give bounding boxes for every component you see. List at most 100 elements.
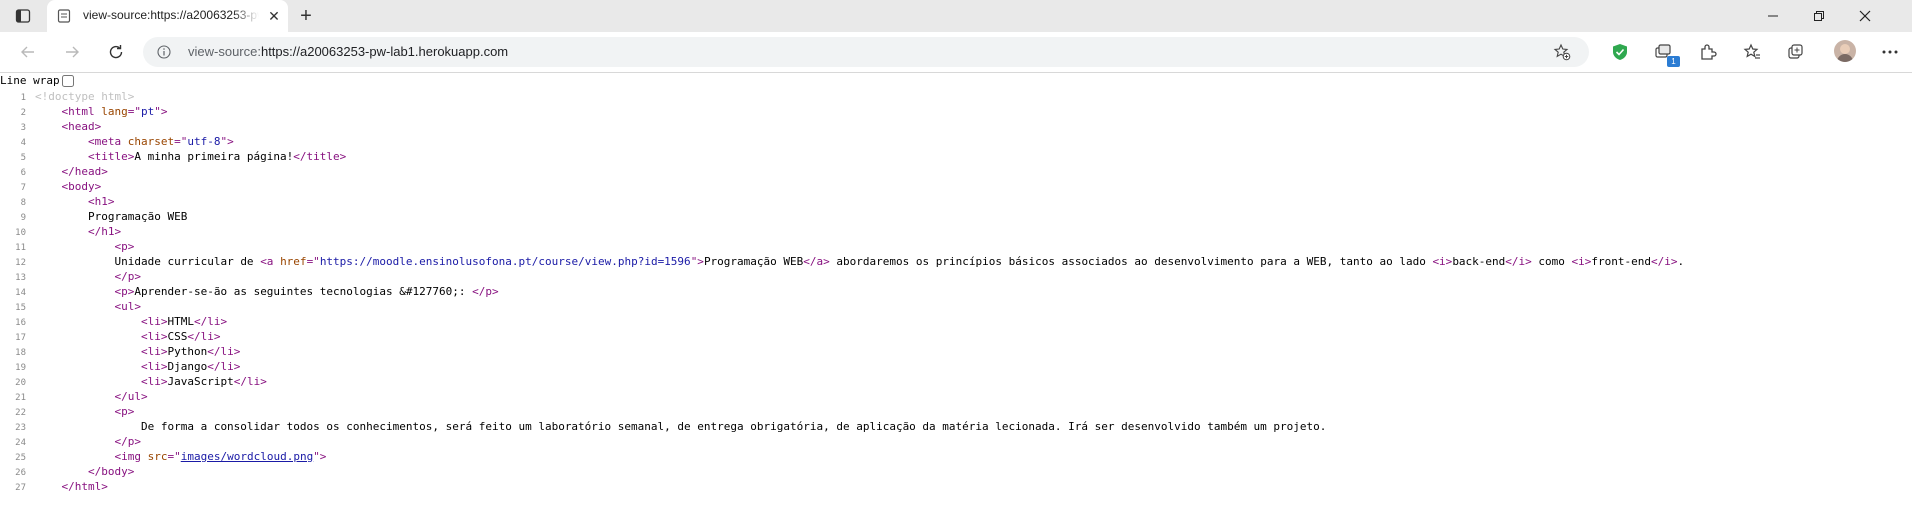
tag-token: </p> [472,285,499,298]
value-token: pt [141,105,155,118]
line-code: <p>Aprender-se-ão as seguintes tecnologi… [35,285,499,298]
tab-actions-icon[interactable] [13,6,33,26]
source-line: 13 </p> [0,269,1912,284]
url-scheme-prefix: view-source: [188,44,261,59]
tag-token: </li> [233,375,267,388]
source-line: 22 <p> [0,404,1912,419]
line-code: Unidade curricular de <a href="https://m… [35,255,1684,268]
tab-close-icon[interactable]: ✕ [266,8,282,24]
settings-more-icon[interactable] [1878,40,1902,64]
add-collection-icon[interactable] [1784,40,1808,64]
line-code: </html> [35,480,108,493]
tag-token: "> [154,105,168,118]
tag-token: "> [313,450,327,463]
tag-token: <title> [87,150,135,163]
tag-token: </head> [61,165,108,178]
extensions-icon[interactable] [1696,40,1720,64]
tag-token: <li> [140,330,168,343]
value-token: utf-8 [187,135,221,148]
tag-token: <meta [87,135,128,148]
close-window-icon[interactable] [1842,0,1888,32]
line-code: <title>A minha primeira página!</title> [35,150,346,163]
attribute-token: charset [127,135,175,148]
tag-token: <img [114,450,148,463]
add-favorite-icon[interactable] [1553,43,1571,61]
text-token: Unidade curricular de [114,255,261,268]
site-info-icon[interactable] [157,45,171,59]
source-code-view: 1 <!doctype html> 2 <html lang="pt"> 3 <hea… [0,89,1912,494]
line-code: <p> [35,405,134,418]
new-tab-icon[interactable]: + [296,6,316,26]
text-token: Django [167,360,208,373]
doctype-token: <!doctype html> [35,90,135,103]
address-url[interactable]: view-source:https://a20063253-pw-lab1.he… [188,44,508,59]
attribute-token: src [147,450,168,463]
restore-icon[interactable] [1796,0,1842,32]
text-token: Programação WEB [87,210,188,223]
tag-token: </body> [87,465,135,478]
line-code: </ul> [35,390,147,403]
tag-token: <i> [1432,255,1453,268]
tag-token: <li> [140,360,168,373]
source-line: 11 <p> [0,239,1912,254]
attribute-token: href [280,255,307,268]
tag-token: <a [260,255,281,268]
source-line: 2 <html lang="pt"> [0,104,1912,119]
address-bar[interactable]: view-source:https://a20063253-pw-lab1.he… [143,37,1589,67]
line-code: <head> [35,120,102,133]
source-line: 20 <li>JavaScript</li> [0,374,1912,389]
tag-token: =" [127,105,141,118]
source-line: 16 <li>HTML</li> [0,314,1912,329]
tag-token: </title> [293,150,347,163]
line-code: <meta charset="utf-8"> [35,135,234,148]
tab-title: view-source:https://a20063253-pw-lab1.he… [83,8,259,22]
source-line: 19 <li>Django</li> [0,359,1912,374]
line-code: <!doctype html> [35,90,134,103]
tag-token: "> [220,135,234,148]
tag-token: </i> [1505,255,1532,268]
line-wrap-checkbox[interactable] [61,74,74,87]
text-token: HTML [167,315,194,328]
tag-token: <ul> [114,300,141,313]
source-line: 15 <ul> [0,299,1912,314]
tag-token: </html> [61,480,108,493]
source-line: 27 </html> [0,479,1912,494]
source-line: 23 De forma a consolidar todos os conhec… [0,419,1912,434]
line-wrap-control: Line wrap [0,73,74,88]
tag-token: <li> [140,345,168,358]
text-token: back-end [1452,255,1506,268]
source-line: 7 <body> [0,179,1912,194]
source-line: 25 <img src="images/wordcloud.png"> [0,449,1912,464]
back-icon[interactable] [16,40,40,64]
source-line: 24 </p> [0,434,1912,449]
active-tab[interactable]: view-source:https://a20063253-pw-lab1.he… [47,0,288,32]
line-code: Programação WEB [35,210,187,223]
source-line: 1 <!doctype html> [0,89,1912,104]
source-line: 18 <li>Python</li> [0,344,1912,359]
source-line: 3 <head> [0,119,1912,134]
tag-token: =" [306,255,320,268]
line-code: </head> [35,165,108,178]
text-token: . [1677,255,1685,268]
collections-icon[interactable]: 1 [1652,40,1680,67]
line-code: </body> [35,465,134,478]
source-line: 10 </h1> [0,224,1912,239]
tag-token: "> [690,255,704,268]
line-code: <html lang="pt"> [35,105,168,118]
minimize-icon[interactable] [1750,0,1796,32]
avatar-shoulders [1837,54,1853,62]
favorites-icon[interactable] [1740,40,1764,64]
tag-token: </p> [114,435,141,448]
profile-avatar[interactable] [1834,40,1856,62]
tag-token: </li> [193,315,228,328]
refresh-icon[interactable] [104,40,128,64]
forward-icon[interactable] [60,40,84,64]
line-code: <li>Python</li> [35,345,240,358]
source-line: 6 </head> [0,164,1912,179]
security-shield-icon[interactable] [1608,40,1632,64]
tag-token: <p> [114,285,135,298]
source-line: 21 </ul> [0,389,1912,404]
source-link[interactable]: images/wordcloud.png [181,450,313,463]
line-code: <li>HTML</li> [35,315,227,328]
tag-token: <li> [140,375,168,388]
